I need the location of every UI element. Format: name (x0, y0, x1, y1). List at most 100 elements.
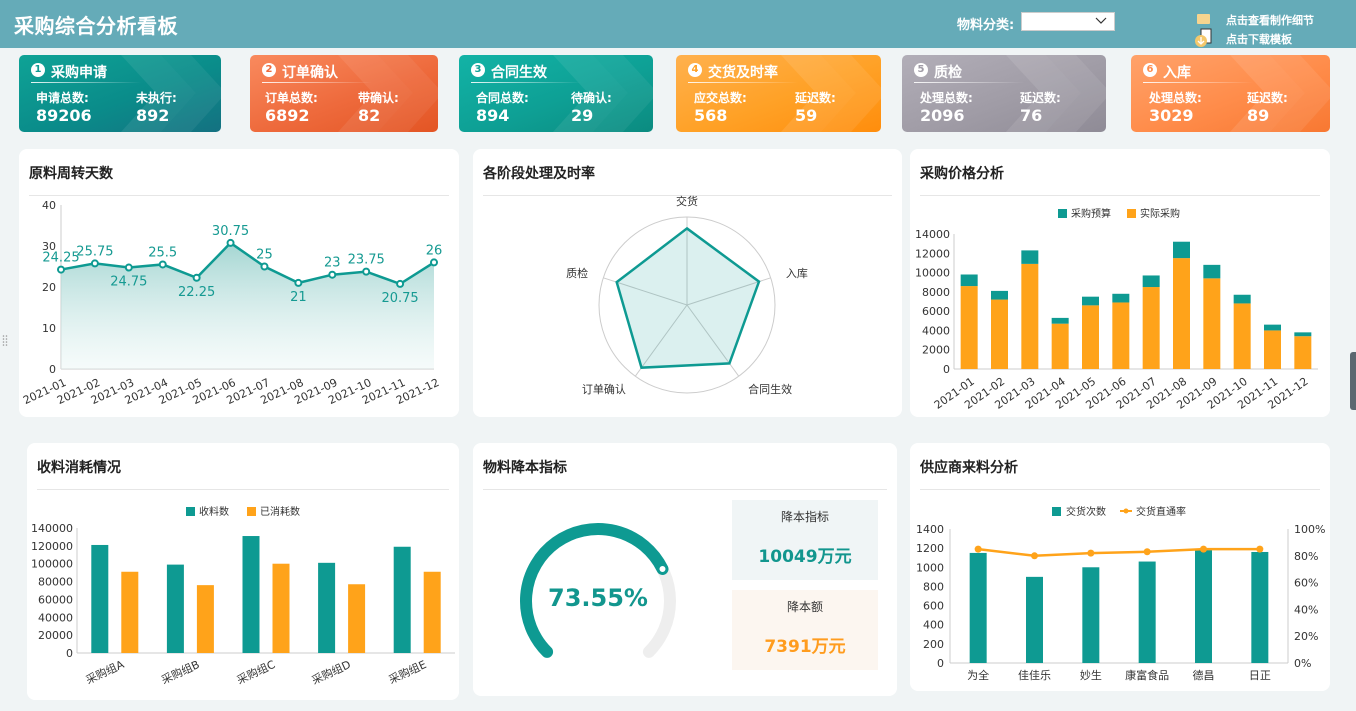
price-stacked-bar-chart: 020004000600080001000012000140002021-012… (915, 207, 1318, 412)
x-tick-label: 康富食品 (1125, 668, 1169, 682)
cost-target-box: 降本指标 10049万元 (732, 500, 878, 580)
material-filter-select[interactable] (1021, 12, 1115, 31)
x-tick-label: 采购组B (159, 657, 202, 687)
data-point (260, 262, 269, 271)
bar-budget (1051, 317, 1069, 324)
bar-received (91, 544, 109, 653)
turnover-area-chart: 01020304024.252021-0125.752021-0224.7520… (21, 199, 443, 407)
data-label: 24.75 (110, 275, 147, 290)
bar-received (166, 564, 184, 653)
kpi-label-b: 延迟数: (795, 91, 836, 105)
kpi-card-warehousing: 6 入库 处理总数: 延迟数: 3029 89 (1131, 55, 1330, 132)
supplier-combo-chart: 0 200 400 600 800 1000 1200 1400 0% 20% 40% 60% 80% 1… (916, 505, 1325, 682)
kpi-label-a: 处理总数: (920, 91, 973, 105)
bar-actual (1173, 258, 1190, 369)
data-label: 24.25 (42, 251, 79, 266)
kpi-index-badge: 2 (262, 63, 276, 77)
bar-budget (1294, 332, 1312, 337)
folder-icon[interactable] (1197, 13, 1211, 25)
radar-axis-label: 质检 (566, 266, 588, 280)
y-tick-label: 40 (42, 199, 56, 212)
y-tick-label: 800 (923, 580, 944, 593)
data-label: 23 (324, 256, 341, 271)
chevron-down-icon (1095, 17, 1107, 24)
y-tick-label: 4000 (922, 324, 950, 337)
data-label: 26 (426, 243, 443, 258)
legend-line-marker (1123, 508, 1129, 514)
bar-actual (1051, 323, 1069, 369)
bar-consumed (348, 584, 366, 653)
data-label: 25 (256, 248, 273, 263)
drag-handle-icon[interactable] (2, 334, 8, 348)
kpi-title: 质检 (934, 65, 962, 81)
data-label: 23.75 (348, 253, 385, 268)
bar-actual (1294, 336, 1312, 369)
x-tick-label: 德昌 (1193, 668, 1215, 682)
data-label: 20.75 (381, 291, 418, 306)
bar-budget (1264, 324, 1281, 331)
y-tick-label: 140000 (31, 522, 73, 535)
kpi-title: 订单确认 (282, 65, 338, 81)
bar-actual (1082, 305, 1099, 369)
y-tick-label: 14000 (915, 228, 950, 241)
kpi-label-a: 订单总数: (265, 91, 318, 105)
legend-swatch (1058, 209, 1067, 218)
kpi-value-a: 89206 (36, 106, 92, 125)
bar-budget (1233, 294, 1251, 304)
data-label: 25.5 (148, 245, 177, 260)
x-tick-label: 采购组A (83, 657, 126, 687)
data-point (396, 279, 405, 288)
bar-actual (1021, 263, 1039, 369)
data-label: 21 (290, 290, 307, 305)
kpi-card-delivery: 4 交货及时率 应交总数: 延迟数: 568 59 (676, 55, 881, 132)
kpi-title-underline (1143, 82, 1253, 83)
bar-deliveries (1195, 550, 1212, 663)
kpi-index-badge: 6 (1143, 63, 1157, 77)
data-point (294, 278, 303, 287)
bar-actual (960, 286, 978, 369)
y-tick-label: 0 (937, 657, 944, 670)
y2-tick-label: 40% (1294, 603, 1318, 616)
bar-actual (991, 299, 1008, 369)
kpi-card-purchase-request: 1 采购申请 申请总数: 未执行: 89206 892 (19, 55, 221, 132)
kpi-title: 采购申请 (51, 65, 107, 81)
download-template-link[interactable]: 点击下载模板 (1226, 31, 1292, 47)
gauge-value: 73.55% (548, 584, 648, 612)
pass-rate-line (978, 547, 1260, 558)
kpi-index-badge: 1 (31, 63, 45, 77)
bar-budget (1173, 241, 1190, 259)
kpi-index-badge: 3 (471, 63, 485, 77)
y2-tick-label: 100% (1294, 523, 1325, 536)
kpi-label-a: 申请总数: (36, 91, 89, 105)
download-icon[interactable] (1193, 28, 1215, 48)
y-tick-label: 400 (923, 619, 944, 632)
side-panel-tab[interactable] (1350, 352, 1356, 410)
kpi-card-order-confirm: 2 订单确认 订单总数: 带确认: 6892 82 (250, 55, 438, 132)
kpi-card-contract: 3 合同生效 合同总数: 待确认: 894 29 (459, 55, 653, 132)
data-point (192, 273, 201, 282)
y-tick-label: 60000 (38, 593, 73, 606)
kpi-label-b: 带确认: (358, 91, 399, 105)
gauge-end-marker (657, 563, 668, 574)
view-details-link[interactable]: 点击查看制作细节 (1226, 12, 1314, 28)
data-label: 30.75 (212, 224, 249, 239)
kpi-title: 合同生效 (491, 65, 547, 81)
cost-amount-value: 7391万元 (764, 637, 846, 657)
y2-tick-label: 80% (1294, 550, 1318, 563)
kpi-title-underline (688, 82, 798, 83)
radar-axis-label: 入库 (786, 267, 808, 280)
consumption-bar-chart: 0 20000 40000 60000 80000 100000 120000 140000 采… (31, 505, 455, 687)
x-tick-label: 日正 (1249, 669, 1271, 682)
data-point (57, 265, 65, 274)
bar-budget (1142, 275, 1160, 288)
bar-actual (1264, 330, 1281, 369)
kpi-title-underline (262, 82, 372, 83)
y-tick-label: 12000 (915, 247, 950, 260)
legend-swatch (1127, 209, 1136, 218)
bar-budget (1112, 293, 1130, 303)
bar-actual (1112, 302, 1130, 369)
kpi-value-b: 59 (795, 106, 818, 125)
y-tick-label: 80000 (38, 576, 73, 589)
cost-amount-box: 降本额 7391万元 (732, 590, 878, 670)
y-tick-label: 100000 (31, 558, 73, 571)
